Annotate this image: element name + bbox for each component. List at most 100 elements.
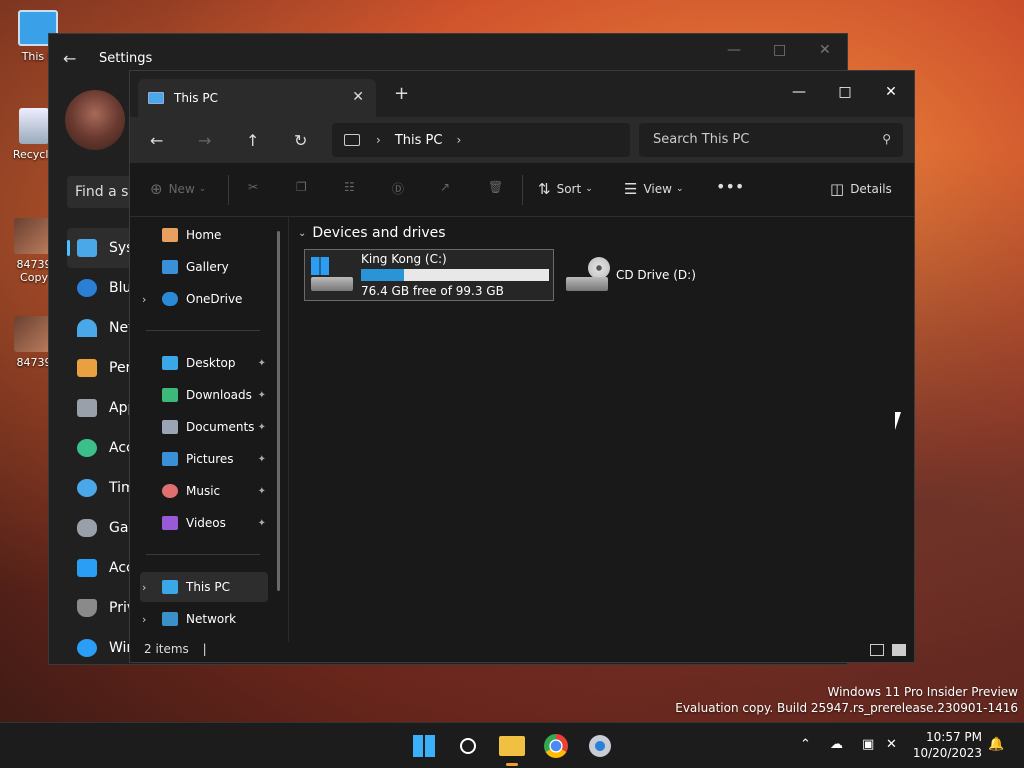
drive-info: King Kong (C:) 76.4 GB free of 99.3 GB [361, 252, 549, 298]
paste-icon[interactable]: ☷ [344, 180, 355, 194]
apps-icon [77, 399, 97, 417]
minimize-icon[interactable]: — [727, 42, 741, 58]
nav-item-downloads[interactable]: Downloads ✦ [140, 380, 268, 410]
search-button[interactable] [452, 730, 484, 762]
pin-icon[interactable]: ✦ [258, 454, 266, 465]
chevron-right-icon[interactable]: › [142, 613, 146, 626]
settings-taskbar-button[interactable] [584, 730, 616, 762]
item-count: 2 items [144, 642, 189, 656]
start-button[interactable] [408, 730, 440, 762]
avatar[interactable] [65, 90, 125, 150]
breadcrumb[interactable]: This PC [395, 133, 443, 148]
cloud-icon[interactable]: ☁ [830, 737, 843, 752]
up-arrow-icon[interactable]: ↑ [246, 131, 259, 150]
drive-c[interactable]: King Kong (C:) 76.4 GB free of 99.3 GB [304, 249, 554, 301]
pin-icon[interactable]: ✦ [258, 358, 266, 369]
tab-strip: This PC ✕ + — □ ✕ [130, 71, 914, 117]
details-view-icon[interactable] [870, 644, 884, 656]
back-arrow-icon[interactable]: ← [63, 49, 83, 68]
bluetooth-icon [77, 279, 97, 297]
maximize-button[interactable]: □ [822, 77, 868, 107]
divider [522, 175, 523, 205]
pin-icon[interactable]: ✦ [258, 486, 266, 497]
new-tab-button[interactable]: + [394, 83, 409, 104]
nav-label: Home [186, 228, 222, 242]
group-title: Devices and drives [312, 225, 446, 241]
group-header-devices[interactable]: ⌄ Devices and drives [298, 225, 446, 241]
new-button[interactable]: ⊕ New ⌄ [150, 180, 206, 198]
nav-item-gallery[interactable]: Gallery [140, 252, 268, 282]
pictures-icon [162, 452, 178, 466]
gear-icon [589, 735, 611, 757]
pane-splitter[interactable] [288, 217, 289, 642]
nav-item-documents[interactable]: Documents ✦ [140, 412, 268, 442]
nav-item-this-pc[interactable]: › This PC [140, 572, 268, 602]
cut-icon[interactable]: ✂ [248, 180, 258, 194]
person-icon [77, 439, 97, 457]
drive-d[interactable]: CD Drive (D:) [560, 249, 720, 301]
chrome-taskbar-button[interactable] [540, 730, 572, 762]
rename-icon[interactable]: Ⓓ [392, 180, 404, 197]
nav-item-music[interactable]: Music ✦ [140, 476, 268, 506]
nav-item-desktop[interactable]: Desktop ✦ [140, 348, 268, 378]
windows-logo-icon [311, 257, 329, 275]
chevron-right-icon[interactable]: › [142, 293, 146, 306]
chevron-down-icon: ⌄ [675, 184, 684, 194]
chevron-right-icon[interactable]: › [376, 133, 381, 147]
tab-this-pc[interactable]: This PC ✕ [138, 79, 376, 117]
chevron-down-icon: ⌄ [198, 184, 207, 194]
close-tab-icon[interactable]: ✕ [352, 89, 364, 105]
search-input[interactable]: Search This PC ⚲ [639, 123, 903, 157]
view-button[interactable]: ☰ View ⌄ [624, 180, 683, 198]
nav-item-network[interactable]: › Network [140, 604, 268, 634]
sort-button[interactable]: ⇅ Sort ⌄ [538, 180, 593, 198]
tiles-view-icon[interactable] [892, 644, 906, 656]
more-options-icon[interactable]: ••• [716, 177, 744, 196]
disk-body [311, 277, 353, 291]
monitor-icon [344, 134, 360, 146]
cloud-icon [162, 292, 178, 306]
close-window-button[interactable]: ✕ [868, 77, 914, 107]
chevron-right-icon[interactable]: › [456, 133, 461, 147]
volume-muted-icon[interactable]: ✕ [886, 737, 897, 752]
refresh-icon[interactable]: ↻ [294, 131, 307, 150]
share-icon[interactable]: ↗ [440, 180, 450, 194]
file-explorer-taskbar-button[interactable] [496, 730, 528, 766]
address-bar[interactable]: › This PC › [332, 123, 630, 157]
nav-item-pictures[interactable]: Pictures ✦ [140, 444, 268, 474]
pin-icon[interactable]: ✦ [258, 422, 266, 433]
cd-drive-icon [566, 257, 610, 293]
pin-icon[interactable]: ✦ [258, 518, 266, 529]
minimize-button[interactable]: — [776, 77, 822, 107]
home-icon [162, 228, 178, 242]
nav-label: Desktop [186, 356, 236, 370]
brush-icon [77, 359, 97, 377]
nav-item-videos[interactable]: Videos ✦ [140, 508, 268, 538]
details-button[interactable]: ◫ Details [830, 180, 892, 198]
close-icon[interactable]: ✕ [819, 42, 831, 58]
back-arrow-icon[interactable]: ← [150, 131, 163, 150]
notification-bell-icon[interactable]: 🔔 [988, 737, 1004, 752]
search-icon [460, 738, 476, 754]
nav-label: Gallery [186, 260, 229, 274]
divider [146, 330, 260, 331]
drive-name: CD Drive (D:) [616, 268, 696, 282]
forward-arrow-icon[interactable]: → [198, 131, 211, 150]
chevron-right-icon[interactable]: › [142, 581, 146, 594]
copy-icon[interactable]: ❐ [296, 180, 307, 194]
chevron-up-icon[interactable]: ⌃ [800, 737, 811, 752]
file-explorer-window[interactable]: This PC ✕ + — □ ✕ ← → ↑ ↻ › This PC › Se… [129, 70, 915, 663]
delete-icon[interactable]: 🗑 [488, 180, 503, 194]
status-bar: 2 items | [130, 636, 914, 662]
nav-item-onedrive[interactable]: › OneDrive [140, 284, 268, 314]
clock[interactable]: 10:57 PM 10/20/2023 [913, 729, 982, 761]
maximize-icon[interactable]: □ [773, 42, 786, 58]
nav-item-home[interactable]: Home [140, 220, 268, 250]
sort-icon: ⇅ [538, 180, 551, 198]
network-icon[interactable]: ▣ [862, 737, 874, 752]
address-toolbar: ← → ↑ ↻ › This PC › Search This PC ⚲ [130, 117, 914, 163]
mouse-cursor-icon [895, 412, 907, 430]
scrollbar[interactable] [277, 231, 280, 591]
music-icon [162, 484, 178, 498]
pin-icon[interactable]: ✦ [258, 390, 266, 401]
